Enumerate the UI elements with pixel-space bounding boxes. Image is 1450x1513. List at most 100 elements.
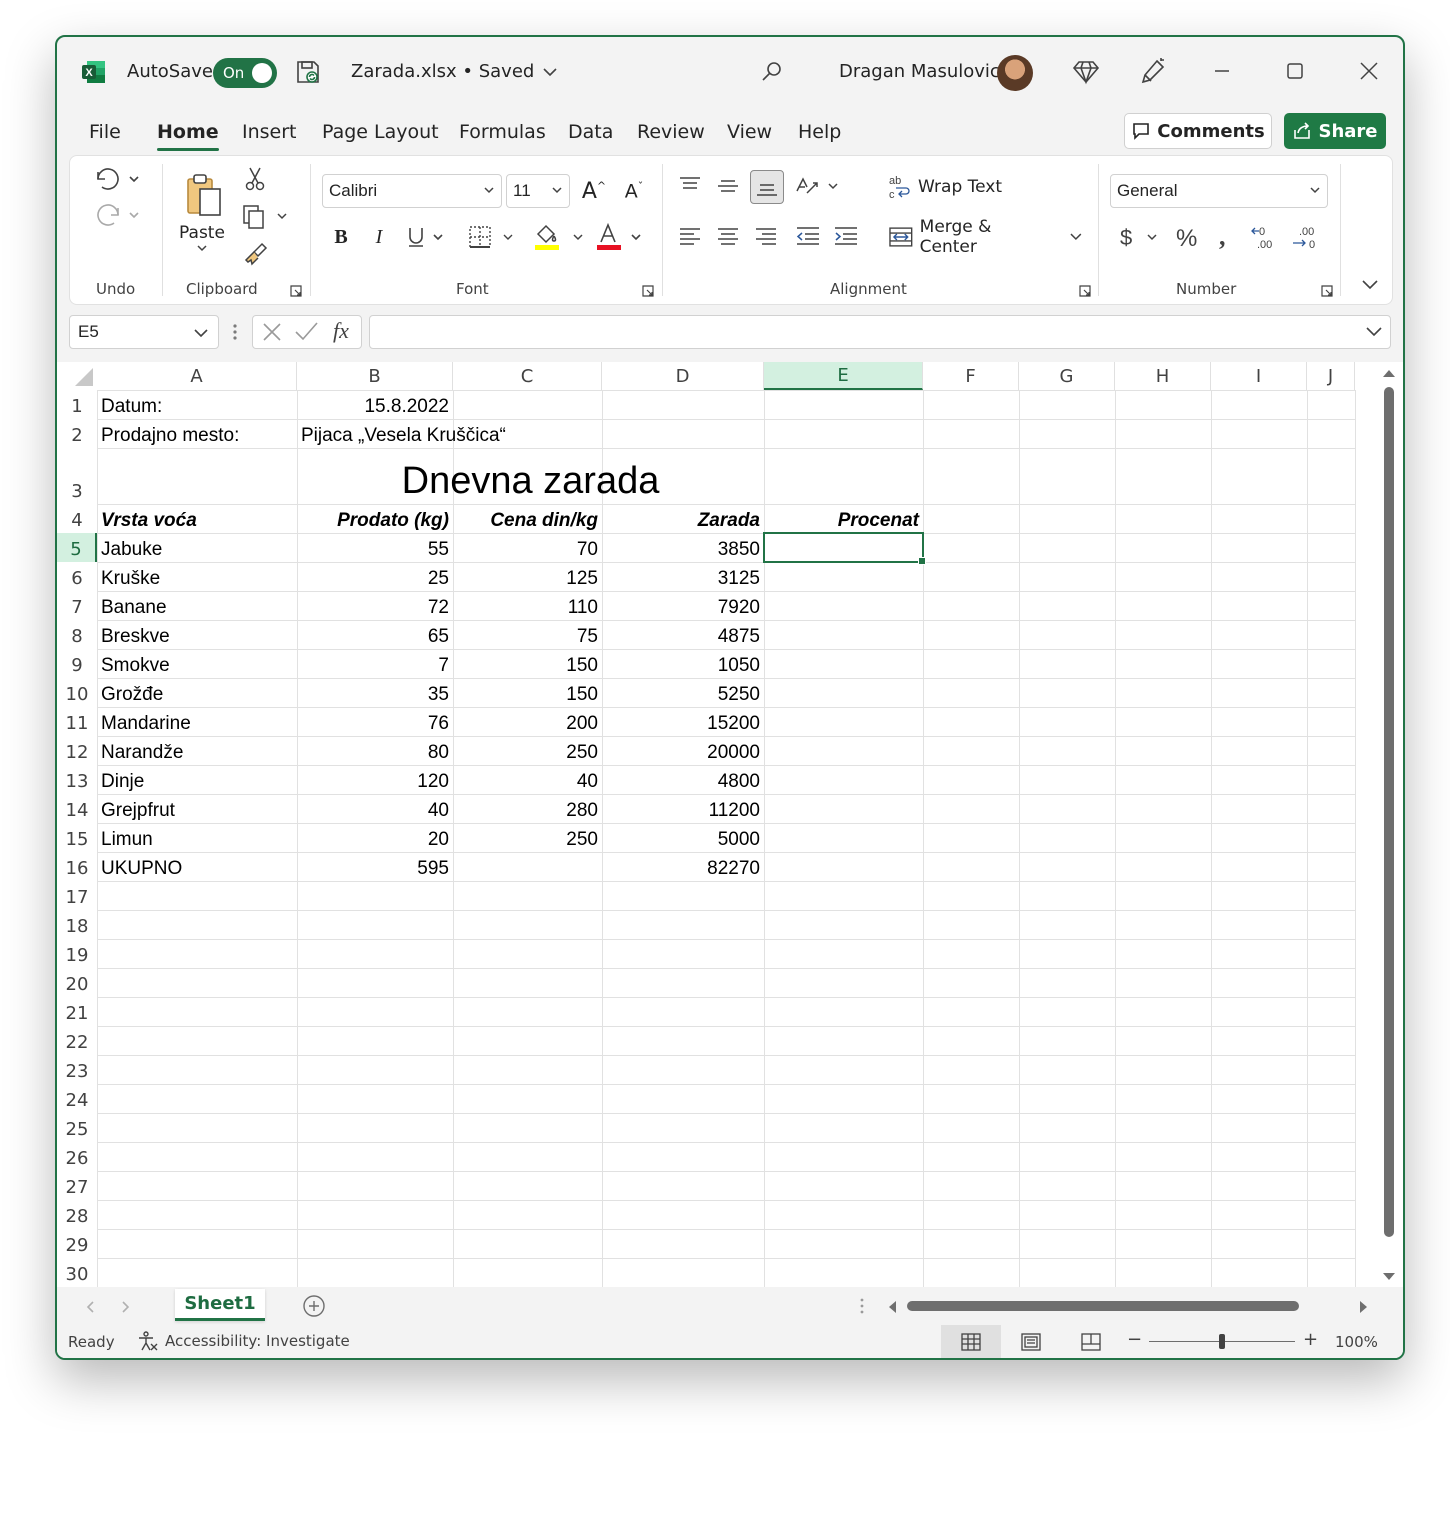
row-header-8[interactable]: 8 xyxy=(57,620,97,649)
cell-number[interactable]: 120 xyxy=(297,765,453,794)
column-header-b[interactable]: B xyxy=(297,362,453,390)
cell-number[interactable]: 150 xyxy=(453,649,602,678)
avatar[interactable] xyxy=(997,55,1033,91)
cell-fruit-name[interactable]: Kruške xyxy=(97,562,297,591)
cell-number[interactable]: 75 xyxy=(453,620,602,649)
row-header-26[interactable]: 26 xyxy=(57,1142,97,1171)
minimize-button[interactable] xyxy=(1210,59,1234,83)
increase-decimal-button[interactable]: 0.00 xyxy=(1248,220,1284,254)
italic-button[interactable]: I xyxy=(364,220,394,254)
file-name[interactable]: Zarada.xlsx • Saved xyxy=(351,61,560,82)
select-all-corner[interactable] xyxy=(57,362,97,390)
sheet-title[interactable]: Dnevna zarada xyxy=(297,448,764,504)
undo-button[interactable] xyxy=(90,162,142,196)
font-launcher-icon[interactable] xyxy=(642,282,654,301)
tab-data[interactable]: Data xyxy=(568,121,613,143)
orientation-button[interactable] xyxy=(792,170,842,202)
cell-number[interactable]: 280 xyxy=(453,794,602,823)
cell-number[interactable]: 15200 xyxy=(602,707,764,736)
cell-number[interactable]: 110 xyxy=(453,591,602,620)
column-header-d[interactable]: D xyxy=(602,362,764,390)
fill-color-button[interactable] xyxy=(530,220,588,254)
percent-button[interactable]: % xyxy=(1170,220,1206,254)
column-header-j[interactable]: J xyxy=(1307,362,1355,390)
decrease-decimal-button[interactable]: .00 0 xyxy=(1288,220,1324,254)
comma-style-button[interactable]: , xyxy=(1210,220,1240,254)
cut-button[interactable] xyxy=(240,164,270,194)
tab-splitter-icon[interactable] xyxy=(859,1295,865,1317)
more-options-icon[interactable] xyxy=(232,321,238,347)
cell-total-value[interactable]: 595 xyxy=(297,852,453,881)
wrap-text-button[interactable]: ab c Wrap Text xyxy=(888,170,1018,204)
share-button[interactable]: Share xyxy=(1284,113,1386,149)
increase-indent-button[interactable] xyxy=(830,220,862,252)
cell-number[interactable]: 250 xyxy=(453,736,602,765)
row-header-21[interactable]: 21 xyxy=(57,997,97,1026)
row-header-29[interactable]: 29 xyxy=(57,1229,97,1258)
cell-value-datum[interactable]: 15.8.2022 xyxy=(297,390,453,419)
cell-fruit-name[interactable]: Breskve xyxy=(97,620,297,649)
cell-number[interactable]: 76 xyxy=(297,707,453,736)
tab-view[interactable]: View xyxy=(727,121,772,143)
cell-number[interactable]: 80 xyxy=(297,736,453,765)
currency-button[interactable]: $ xyxy=(1112,220,1166,254)
zoom-out-button[interactable]: − xyxy=(1127,1329,1142,1350)
redo-button[interactable] xyxy=(90,198,142,232)
zoom-slider-thumb[interactable] xyxy=(1219,1334,1225,1349)
underline-button[interactable] xyxy=(402,220,452,254)
name-box[interactable]: E5 xyxy=(69,315,219,349)
cell-number[interactable]: 65 xyxy=(297,620,453,649)
column-heading[interactable]: Vrsta voća xyxy=(97,504,297,533)
scroll-right-icon[interactable] xyxy=(1355,1299,1371,1315)
alignment-launcher-icon[interactable] xyxy=(1079,282,1091,301)
row-header-22[interactable]: 22 xyxy=(57,1026,97,1055)
row-header-5[interactable]: 5 xyxy=(57,533,97,562)
paste-button[interactable]: Paste xyxy=(170,162,234,262)
align-right-button[interactable] xyxy=(750,220,782,252)
cell-fruit-name[interactable]: Grožđe xyxy=(97,678,297,707)
cell-number[interactable]: 25 xyxy=(297,562,453,591)
column-header-f[interactable]: F xyxy=(923,362,1019,390)
cell-label-datum[interactable]: Datum: xyxy=(97,390,297,419)
cell-number[interactable]: 7 xyxy=(297,649,453,678)
row-header-27[interactable]: 27 xyxy=(57,1171,97,1200)
tab-home[interactable]: Home xyxy=(157,121,219,151)
prev-sheet-icon[interactable] xyxy=(83,1299,99,1315)
font-size-select[interactable]: 11 xyxy=(506,174,570,208)
cell-number[interactable]: 1050 xyxy=(602,649,764,678)
cell-number[interactable]: 125 xyxy=(453,562,602,591)
enter-check-icon[interactable] xyxy=(293,319,319,345)
column-header-e[interactable]: E xyxy=(764,362,923,390)
tab-formulas[interactable]: Formulas xyxy=(459,121,546,143)
font-color-button[interactable] xyxy=(592,220,646,254)
page-layout-view-button[interactable] xyxy=(1009,1325,1053,1358)
cell-fruit-name[interactable]: Grejpfrut xyxy=(97,794,297,823)
row-header-30[interactable]: 30 xyxy=(57,1258,97,1287)
cell-number[interactable]: 4875 xyxy=(602,620,764,649)
number-format-select[interactable]: General xyxy=(1110,174,1328,208)
row-header-3[interactable]: 3 xyxy=(57,448,97,504)
align-center-button[interactable] xyxy=(712,220,744,252)
cell-number[interactable]: 40 xyxy=(297,794,453,823)
zoom-level[interactable]: 100% xyxy=(1335,1333,1378,1351)
column-header-c[interactable]: C xyxy=(453,362,602,390)
save-icon[interactable] xyxy=(295,59,321,85)
align-middle-button[interactable] xyxy=(712,170,744,202)
cell-number[interactable]: 200 xyxy=(453,707,602,736)
horizontal-scroll-thumb[interactable] xyxy=(907,1301,1299,1311)
tab-insert[interactable]: Insert xyxy=(242,121,297,143)
cell-number[interactable]: 40 xyxy=(453,765,602,794)
row-header-11[interactable]: 11 xyxy=(57,707,97,736)
cell-fruit-name[interactable]: Jabuke xyxy=(97,533,297,562)
row-header-25[interactable]: 25 xyxy=(57,1113,97,1142)
borders-button[interactable] xyxy=(464,220,520,254)
row-header-1[interactable]: 1 xyxy=(57,390,97,419)
add-sheet-icon[interactable] xyxy=(301,1293,327,1319)
merge-center-button[interactable]: Merge & Center xyxy=(888,217,1084,257)
scroll-up-icon[interactable] xyxy=(1379,365,1399,381)
row-header-4[interactable]: 4 xyxy=(57,504,97,533)
next-sheet-icon[interactable] xyxy=(117,1299,133,1315)
align-bottom-button[interactable] xyxy=(750,170,784,204)
decrease-font-button[interactable]: Aˇ xyxy=(616,174,652,208)
cell-number[interactable]: 35 xyxy=(297,678,453,707)
